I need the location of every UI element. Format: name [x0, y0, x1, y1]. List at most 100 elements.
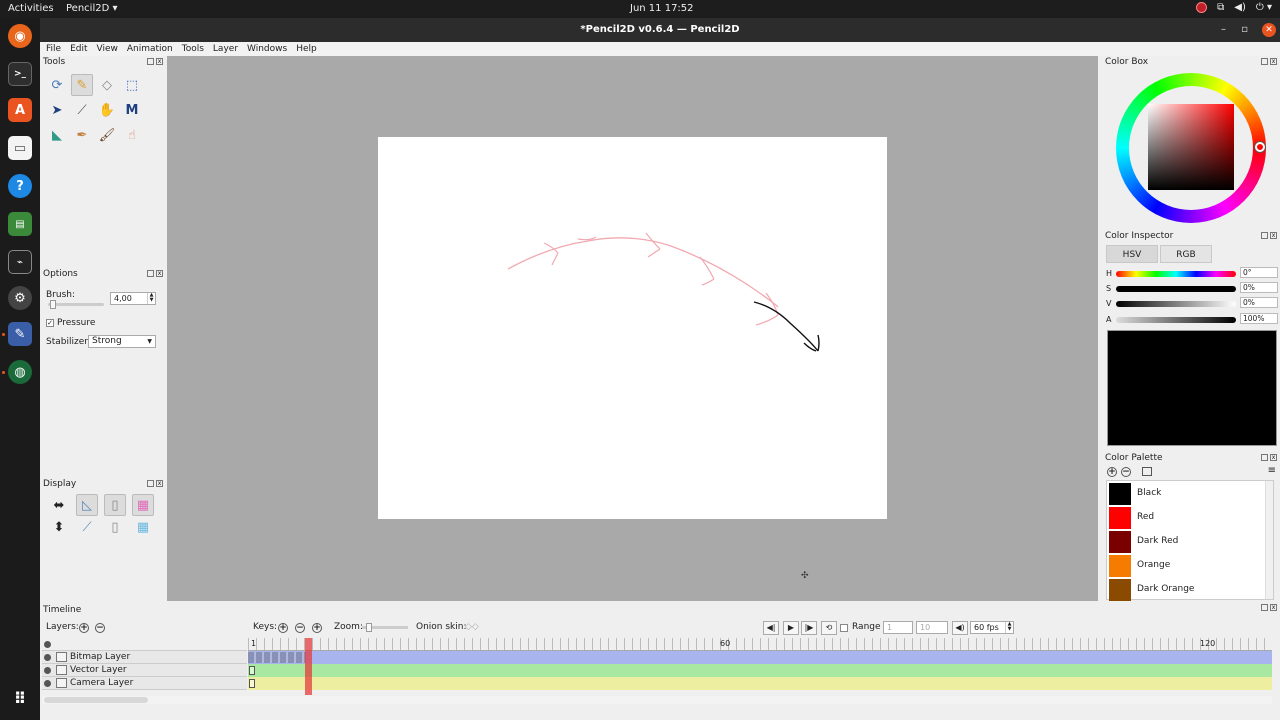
- slider-handle[interactable]: [50, 300, 56, 309]
- menu-animation[interactable]: Animation: [127, 42, 173, 56]
- alpha-slider[interactable]: [1116, 317, 1236, 323]
- keyframes[interactable]: [248, 652, 306, 663]
- menu-help[interactable]: Help: [296, 42, 317, 56]
- jump-start-button[interactable]: ◀|: [763, 621, 779, 635]
- layer-vector[interactable]: Vector Layer: [42, 664, 247, 677]
- float-icon[interactable]: [147, 58, 154, 65]
- eraser-tool-icon[interactable]: ◇: [96, 74, 118, 96]
- stabilizer-select[interactable]: Strong ▼: [88, 335, 156, 348]
- clock[interactable]: Jun 11 17:52: [630, 3, 694, 14]
- float-icon[interactable]: [1261, 454, 1268, 461]
- eye-icon[interactable]: [44, 680, 51, 687]
- spin-arrows-icon[interactable]: ▲ ▼: [1005, 622, 1013, 633]
- playhead[interactable]: [305, 638, 312, 695]
- palette-item-orange[interactable]: Orange: [1108, 554, 1268, 578]
- close-icon[interactable]: x: [1270, 604, 1277, 611]
- volume-icon[interactable]: ◀): [1234, 2, 1246, 13]
- onion-red-icon[interactable]: ▦: [132, 494, 154, 516]
- h-value-input[interactable]: 0°: [1240, 267, 1278, 278]
- close-icon[interactable]: ✕: [1262, 23, 1276, 37]
- network-icon[interactable]: ⧉: [1217, 2, 1224, 13]
- value-slider[interactable]: [1116, 301, 1236, 307]
- tab-rgb[interactable]: RGB: [1160, 245, 1212, 263]
- clear-tool-icon[interactable]: ⟳: [46, 74, 68, 96]
- sound-button[interactable]: ◀): [952, 621, 968, 635]
- eye-icon[interactable]: [44, 667, 51, 674]
- pen-tool-icon[interactable]: ✒: [71, 124, 93, 146]
- polyline-tool-icon[interactable]: M: [121, 99, 143, 121]
- settings-icon[interactable]: ⚙: [8, 286, 32, 310]
- hue-wheel[interactable]: [1116, 73, 1266, 223]
- select-tool-icon[interactable]: ⬚: [121, 74, 143, 96]
- range-checkbox[interactable]: [840, 624, 848, 632]
- palette-item-black[interactable]: Black: [1108, 482, 1268, 506]
- palette-item-dark-red[interactable]: Dark Red: [1108, 530, 1268, 554]
- layer-camera[interactable]: Camera Layer: [42, 677, 247, 690]
- menu-view[interactable]: View: [97, 42, 118, 56]
- onion-prev-icon[interactable]: ▯: [104, 494, 126, 516]
- minimize-icon[interactable]: –: [1221, 18, 1226, 42]
- remove-layer-icon[interactable]: −: [95, 623, 105, 633]
- range-end-input[interactable]: 10: [916, 621, 948, 634]
- float-icon[interactable]: [1261, 232, 1268, 239]
- help-icon[interactable]: ?: [8, 174, 32, 198]
- saturation-value-square[interactable]: [1148, 104, 1234, 190]
- float-icon[interactable]: [1261, 604, 1268, 611]
- canvas-area[interactable]: ✣: [167, 56, 1098, 601]
- hand-tool-icon[interactable]: ☝: [121, 124, 143, 146]
- saturation-slider[interactable]: [1116, 286, 1236, 292]
- onion-skin-icon[interactable]: ◇◇: [465, 622, 479, 632]
- track-bitmap[interactable]: [248, 651, 1272, 664]
- close-icon[interactable]: x: [156, 480, 163, 487]
- float-icon[interactable]: [147, 270, 154, 277]
- palette-menu-icon[interactable]: ≡: [1268, 465, 1276, 476]
- onion-next-icon[interactable]: ▯: [104, 516, 126, 538]
- fps-input[interactable]: 60 fps ▲ ▼: [970, 621, 1014, 634]
- close-icon[interactable]: x: [1270, 454, 1277, 461]
- hue-slider[interactable]: [1116, 271, 1236, 277]
- slider-handle[interactable]: [366, 623, 372, 632]
- pointer-tool-icon[interactable]: ➤: [46, 99, 68, 121]
- system-monitor-icon[interactable]: ▤: [8, 212, 32, 236]
- brush-tool-icon[interactable]: 🖌: [96, 124, 118, 146]
- duplicate-key-icon[interactable]: +: [312, 623, 322, 633]
- outline-mode-icon[interactable]: ◺: [76, 494, 98, 516]
- tab-hsv[interactable]: HSV: [1106, 245, 1158, 263]
- pressure-option[interactable]: ✓ Pressure: [46, 318, 95, 328]
- recording-indicator-icon[interactable]: [1196, 2, 1208, 13]
- menu-windows[interactable]: Windows: [247, 42, 287, 56]
- layer-bitmap[interactable]: Bitmap Layer: [42, 651, 247, 664]
- palette-item-dark-orange[interactable]: Dark Orange: [1108, 578, 1268, 602]
- a-value-input[interactable]: 100%: [1240, 313, 1278, 324]
- eye-icon[interactable]: [44, 641, 51, 648]
- brush-size-input[interactable]: 4,00 ▲ ▼: [110, 292, 156, 305]
- palette-item-red[interactable]: Red: [1108, 506, 1268, 530]
- menu-edit[interactable]: Edit: [70, 42, 87, 56]
- timeline-scrollbar[interactable]: [42, 696, 1272, 704]
- onion-blue-icon[interactable]: ▦: [132, 516, 154, 538]
- terminal-icon[interactable]: >_: [8, 62, 32, 86]
- browser-icon[interactable]: ◍: [8, 360, 32, 384]
- bucket-tool-icon[interactable]: ◣: [46, 124, 68, 146]
- zoom-slider[interactable]: [362, 623, 408, 632]
- v-value-input[interactable]: 0%: [1240, 297, 1278, 308]
- system-tray[interactable]: ⧉ ◀) ⏻ ▾: [1196, 2, 1272, 13]
- play-button[interactable]: ▶: [783, 621, 799, 635]
- maximize-icon[interactable]: ▫: [1241, 18, 1248, 42]
- keyframe[interactable]: [249, 679, 255, 688]
- firefox-icon[interactable]: ◉: [8, 24, 32, 48]
- frame-ruler[interactable]: 1 60 120: [248, 638, 1272, 651]
- show-apps-icon[interactable]: ⠿: [8, 686, 32, 710]
- thin-lines-icon[interactable]: ⟋: [76, 516, 98, 538]
- pressure-checkbox[interactable]: ✓: [46, 319, 54, 327]
- brush-size-slider[interactable]: [48, 300, 104, 309]
- files-icon[interactable]: ▭: [8, 136, 32, 160]
- pencil-tool-icon[interactable]: ✎: [71, 74, 93, 96]
- app-menu-button[interactable]: Pencil2D ▾: [66, 3, 117, 14]
- close-icon[interactable]: x: [1270, 232, 1277, 239]
- add-color-icon[interactable]: +: [1107, 467, 1117, 477]
- eyedropper-tool-icon[interactable]: ⟋: [71, 99, 93, 121]
- flip-horizontal-icon[interactable]: ⬌: [48, 494, 70, 516]
- menu-tools[interactable]: Tools: [182, 42, 204, 56]
- remove-key-icon[interactable]: −: [295, 623, 305, 633]
